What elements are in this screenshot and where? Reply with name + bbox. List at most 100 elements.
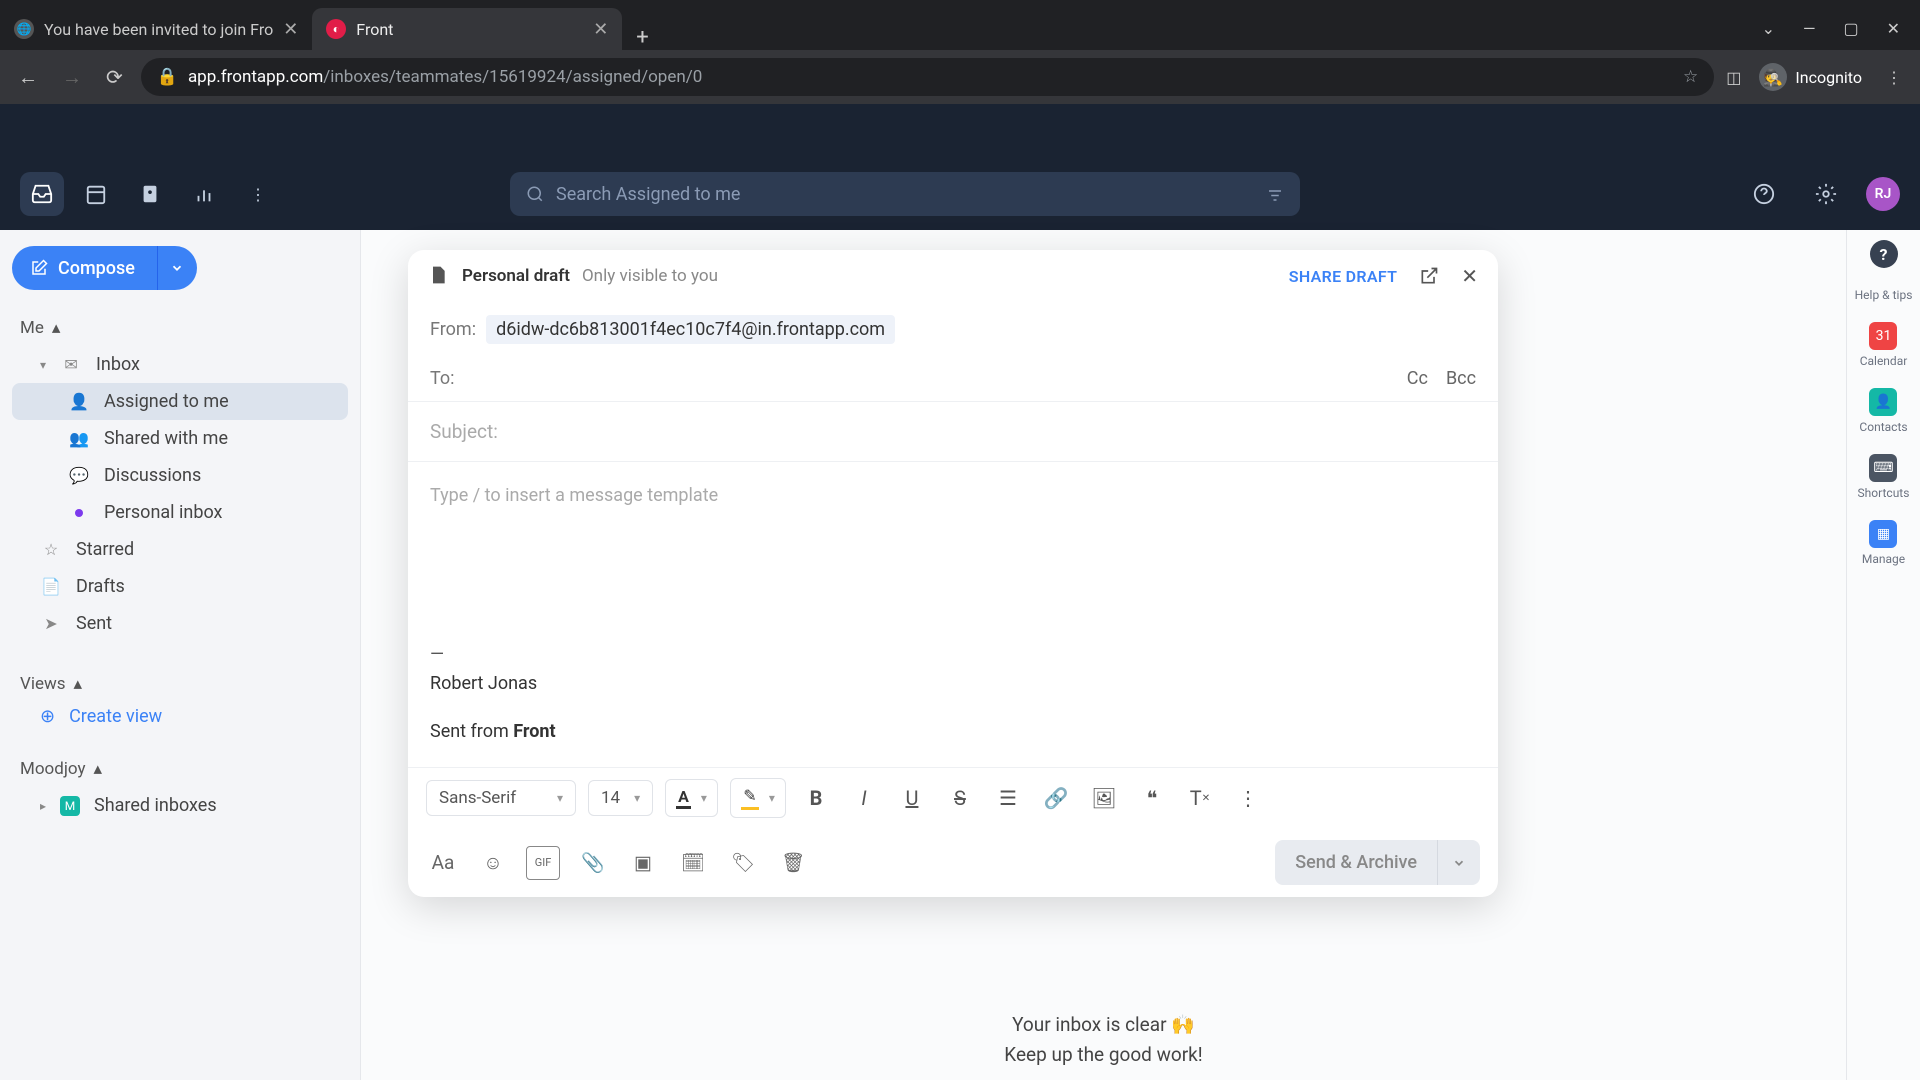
link-button[interactable]: 🔗 xyxy=(1038,780,1074,816)
maximize-icon[interactable]: ▢ xyxy=(1843,19,1858,38)
sidebar-item-drafts[interactable]: 📄 Drafts xyxy=(12,568,348,605)
chevron-down-icon: ▾ xyxy=(557,791,563,805)
emoji-button[interactable]: ☺ xyxy=(476,846,510,880)
action-toolbar: Aa ☺ GIF 📎 ▣ 🗓 🏷 🗑 Send & Archive xyxy=(408,828,1498,897)
tab-front[interactable]: ◐ Front ✕ xyxy=(312,8,622,50)
url-field[interactable]: 🔒 app.frontapp.com/inboxes/teammates/156… xyxy=(141,58,1715,96)
attachment-button[interactable]: 📎 xyxy=(576,846,610,880)
from-field: From: d6idw-dc6b813001f4ec10c7f4@in.fron… xyxy=(408,303,1498,356)
nav-inbox-icon[interactable] xyxy=(20,172,64,216)
nav-contacts-icon[interactable] xyxy=(128,172,172,216)
text-style-button[interactable]: Aa xyxy=(426,846,460,880)
filter-icon[interactable] xyxy=(1266,185,1284,203)
font-size-select[interactable]: 14 ▾ xyxy=(588,780,653,816)
incognito-badge[interactable]: 🕵 Incognito xyxy=(1759,63,1862,91)
section-me[interactable]: Me ▴ xyxy=(12,310,348,346)
sidebar-item-starred[interactable]: ☆ Starred xyxy=(12,531,348,568)
text-color-icon: A xyxy=(676,787,691,809)
people-icon: 👥 xyxy=(68,429,90,448)
template-button[interactable]: ▣ xyxy=(626,846,660,880)
close-icon[interactable]: ✕ xyxy=(283,19,298,40)
nav-calendar-icon[interactable] xyxy=(74,172,118,216)
section-views[interactable]: Views ▴ xyxy=(12,666,348,702)
send-archive-button[interactable]: Send & Archive xyxy=(1275,840,1437,885)
minimize-icon[interactable]: — xyxy=(1803,19,1816,38)
close-icon[interactable]: ✕ xyxy=(593,19,608,40)
italic-button[interactable]: I xyxy=(846,780,882,816)
section-moodjoy[interactable]: Moodjoy ▴ xyxy=(12,751,348,787)
keyboard-icon: ⌨ xyxy=(1869,454,1897,482)
sidebar-item-personal[interactable]: Personal inbox xyxy=(12,494,348,531)
compose-button[interactable]: Compose xyxy=(12,246,157,290)
quote-button[interactable]: ❝ xyxy=(1134,780,1170,816)
help-icon[interactable] xyxy=(1742,172,1786,216)
tag-button[interactable]: 🏷 xyxy=(726,846,760,880)
body-editor[interactable]: Type / to insert a message template — Ro… xyxy=(408,462,1498,767)
bold-button[interactable]: B xyxy=(798,780,834,816)
contacts-icon: 👤 xyxy=(1869,388,1897,416)
list-button[interactable]: ☰ xyxy=(990,780,1026,816)
subject-placeholder: Subject: xyxy=(430,420,498,443)
sidebar-item-label: Shared with me xyxy=(104,428,228,449)
chevron-down-icon[interactable]: ⌄ xyxy=(1762,19,1775,38)
clear-format-button[interactable]: T✕ xyxy=(1182,780,1218,816)
rail-shortcuts[interactable]: ⌨ Shortcuts xyxy=(1858,454,1910,500)
highlight-color-select[interactable]: ✎ ▾ xyxy=(730,778,786,818)
gif-button[interactable]: GIF xyxy=(526,846,560,880)
send-icon: ➤ xyxy=(40,614,62,633)
underline-button[interactable]: U xyxy=(894,780,930,816)
composer-title: Personal draft xyxy=(462,266,570,286)
share-draft-button[interactable]: SHARE DRAFT xyxy=(1289,267,1397,286)
calendar-icon: 31 xyxy=(1869,322,1897,350)
rail-calendar[interactable]: 31 Calendar xyxy=(1860,322,1908,368)
subject-field[interactable]: Subject: xyxy=(408,402,1498,462)
extensions-icon[interactable]: ◫ xyxy=(1726,68,1741,87)
nav-more-icon[interactable]: ⋮ xyxy=(236,172,280,216)
create-view-button[interactable]: ⊕ Create view xyxy=(12,706,348,727)
strikethrough-button[interactable]: S xyxy=(942,780,978,816)
reload-button[interactable]: ⟳ xyxy=(100,59,129,95)
format-toolbar: Sans-Serif ▾ 14 ▾ A ▾ ✎ ▾ B I U S ☰ 🔗 🖼 … xyxy=(408,767,1498,828)
bookmark-icon[interactable]: ☆ xyxy=(1683,67,1698,87)
rail-contacts[interactable]: 👤 Contacts xyxy=(1859,388,1907,434)
sidebar-item-sent[interactable]: ➤ Sent xyxy=(12,605,348,642)
sidebar-item-shared-inboxes[interactable]: ▸ M Shared inboxes xyxy=(12,787,348,824)
close-icon[interactable]: ✕ xyxy=(1461,264,1478,288)
sidebar-item-shared[interactable]: 👥 Shared with me xyxy=(12,420,348,457)
cc-button[interactable]: Cc xyxy=(1407,368,1428,389)
avatar[interactable]: RJ xyxy=(1866,177,1900,211)
schedule-button[interactable]: 🗓 xyxy=(676,846,710,880)
compose-dropdown[interactable] xyxy=(157,246,197,290)
rail-manage[interactable]: ▦ Manage xyxy=(1862,520,1905,566)
composer-header: Personal draft Only visible to you SHARE… xyxy=(408,250,1498,303)
rail-help-tips[interactable]: Help & tips xyxy=(1855,288,1913,302)
address-bar: ← → ⟳ 🔒 app.frontapp.com/inboxes/teammat… xyxy=(0,50,1920,104)
to-field[interactable]: To: Cc Bcc xyxy=(408,356,1498,402)
browser-menu-button[interactable]: ⋮ xyxy=(1880,68,1908,87)
back-button[interactable]: ← xyxy=(12,59,44,96)
sidebar-item-assigned[interactable]: 👤 Assigned to me xyxy=(12,383,348,420)
search-input[interactable] xyxy=(556,184,1254,205)
sidebar-item-discussions[interactable]: 💬 Discussions xyxy=(12,457,348,494)
font-family-select[interactable]: Sans-Serif ▾ xyxy=(426,780,576,816)
gear-icon[interactable] xyxy=(1804,172,1848,216)
image-button[interactable]: 🖼 xyxy=(1086,780,1122,816)
forward-button[interactable]: → xyxy=(56,59,88,96)
tab-invite[interactable]: 🌐 You have been invited to join Fro ✕ xyxy=(0,8,312,50)
text-color-select[interactable]: A ▾ xyxy=(665,779,718,817)
popout-icon[interactable] xyxy=(1419,266,1439,286)
delete-button[interactable]: 🗑 xyxy=(776,846,810,880)
chevron-down-icon: ▾ xyxy=(634,791,640,805)
send-dropdown[interactable] xyxy=(1437,840,1480,885)
search-box[interactable] xyxy=(510,172,1300,216)
person-icon: 👤 xyxy=(68,392,90,411)
new-tab-button[interactable]: + xyxy=(622,25,662,50)
more-format-button[interactable]: ⋮ xyxy=(1230,780,1266,816)
chevron-up-icon: ▴ xyxy=(52,318,61,338)
from-value[interactable]: d6idw-dc6b813001f4ec10c7f4@in.frontapp.c… xyxy=(486,315,895,344)
nav-analytics-icon[interactable] xyxy=(182,172,226,216)
bcc-button[interactable]: Bcc xyxy=(1446,368,1476,389)
close-icon[interactable]: ✕ xyxy=(1887,19,1900,38)
help-button[interactable]: ? xyxy=(1870,240,1898,268)
sidebar-item-inbox[interactable]: ▾ ✉ Inbox xyxy=(12,346,348,383)
